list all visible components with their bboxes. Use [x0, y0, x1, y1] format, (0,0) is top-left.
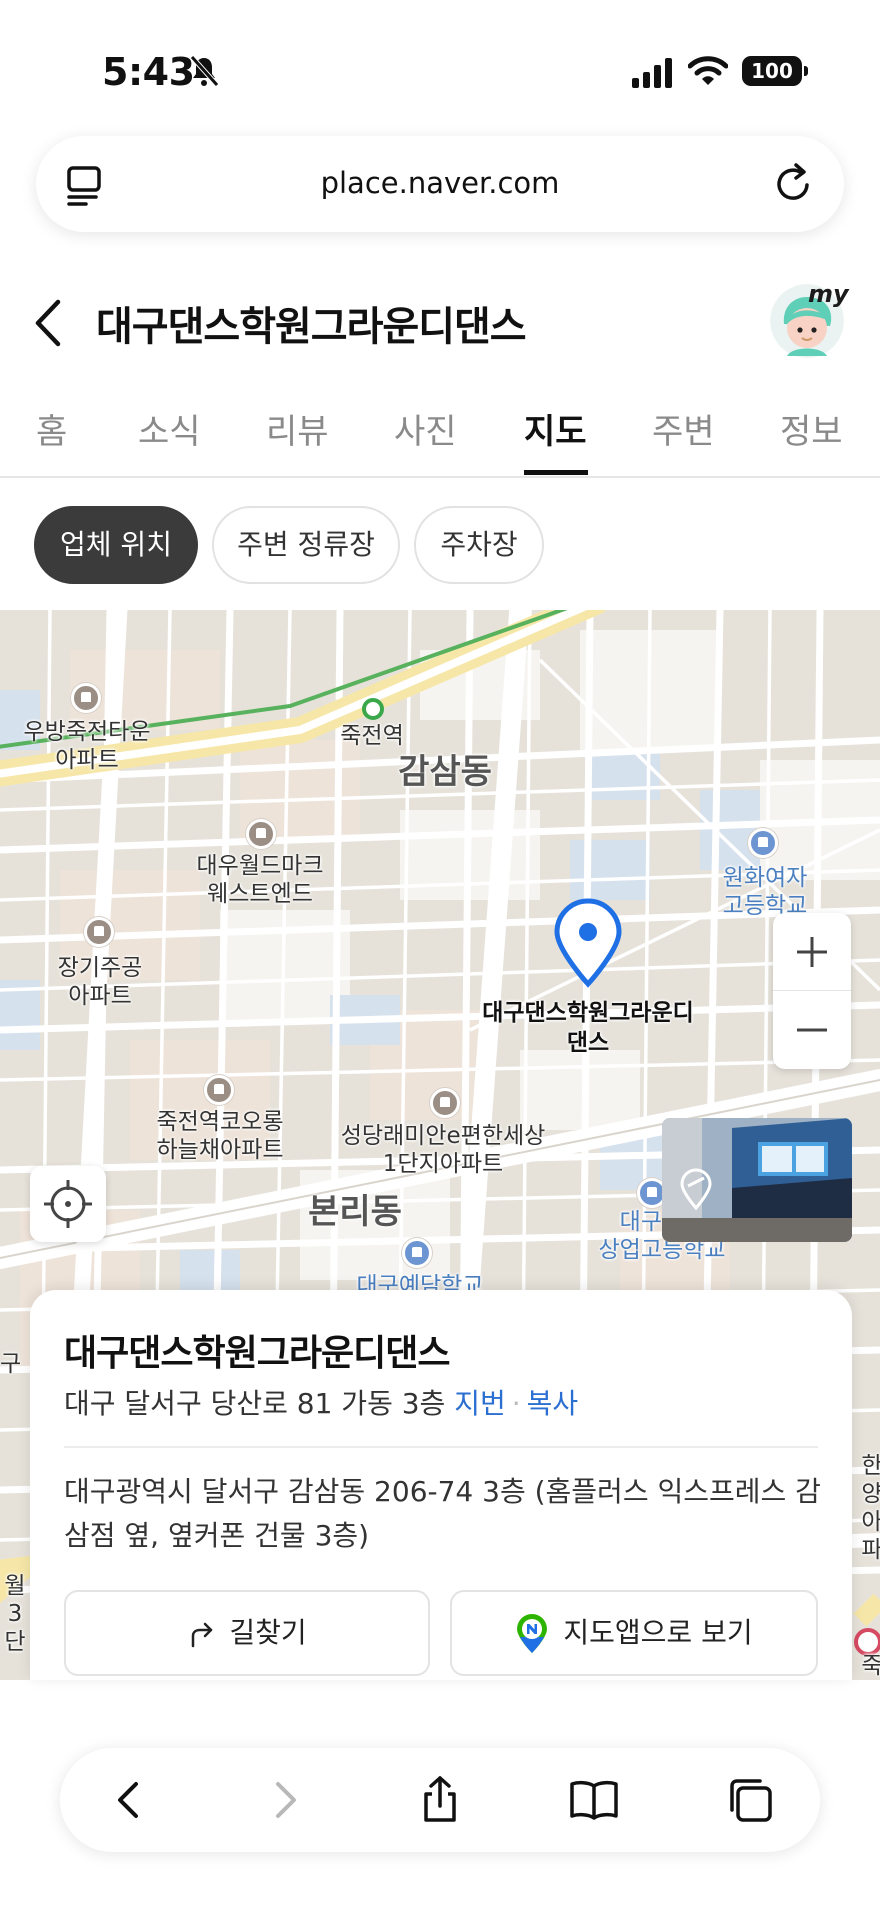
map-label-janggi: 장기주공 아파트 — [57, 955, 143, 1009]
battery-indicator: 100 — [742, 56, 808, 86]
street-view-image — [662, 1118, 852, 1242]
status-bar: 5:43 100 — [0, 0, 880, 130]
tab-info[interactable]: 정보 — [780, 404, 843, 453]
copy-address-link[interactable]: 복사 — [527, 1387, 579, 1420]
chip-parking[interactable]: 주차장 — [414, 506, 544, 584]
tabs-icon[interactable] — [724, 1774, 776, 1826]
directions-button[interactable]: 길찾기 — [64, 1590, 430, 1676]
chip-nearby-stops[interactable]: 주변 정류장 — [212, 506, 400, 584]
open-map-app-button[interactable]: 지도앱으로 보기 — [450, 1590, 818, 1676]
map-label-edge-wol: 월 3단 — [4, 1573, 26, 1655]
map-place-label[interactable]: 대구댄스학원그라운디 댄스 — [470, 998, 706, 1058]
current-location-button[interactable] — [30, 1166, 106, 1242]
card-jibun-address: 대구광역시 달서구 감삼동 206-74 3층 (홈플러스 익스프레스 감삼점 … — [64, 1475, 821, 1552]
zoom-out-button[interactable] — [773, 991, 851, 1069]
school-poi-icon — [748, 828, 778, 858]
tab-bar: 홈 소식 리뷰 사진 지도 주변 정보 — [0, 396, 880, 478]
map-label-jukjeon-station: 죽전역 — [340, 723, 404, 749]
jibun-toggle-link[interactable]: 지번 — [454, 1387, 506, 1420]
place-info-card: 대구댄스학원그라운디댄스 대구 달서구 당산로 81 가동 3층 지번 · 복사 대… — [30, 1290, 852, 1680]
apartment-poi-icon — [84, 917, 114, 947]
back-icon[interactable] — [30, 298, 66, 348]
avatar-badge: my — [808, 280, 849, 308]
wifi-icon — [688, 56, 728, 85]
apartment-poi-icon — [71, 683, 101, 713]
apartment-poi-icon — [430, 1088, 460, 1118]
open-map-app-label: 지도앱으로 보기 — [563, 1616, 753, 1649]
tab-reviews[interactable]: 리뷰 — [266, 404, 329, 453]
browser-forward-icon[interactable] — [258, 1774, 310, 1826]
map-label-seongdang: 성당래미안e편한세상 1단지아파트 — [340, 1123, 546, 1177]
minus-icon — [797, 1028, 827, 1032]
crosshair-icon — [44, 1180, 92, 1228]
map-label-daewoo: 대우월드마크 웨스트엔드 — [196, 853, 324, 907]
street-view-thumbnail[interactable] — [662, 1118, 852, 1242]
school-poi-icon — [402, 1238, 432, 1268]
tab-nearby[interactable]: 주변 — [652, 404, 715, 453]
map-label-jukjeon-kolon: 죽전역코오롱 하늘채아파트 — [156, 1109, 284, 1163]
tab-home[interactable]: 홈 — [36, 404, 67, 453]
share-icon[interactable] — [414, 1774, 466, 1826]
map-label-woobang: 우방죽전타운 아파트 — [23, 719, 151, 773]
map-label-edge-right1: 한양 아파 — [861, 1453, 880, 1563]
status-time: 5:43 — [102, 50, 195, 94]
chip-business-location[interactable]: 업체 위치 — [34, 506, 198, 584]
bookmarks-icon[interactable] — [568, 1774, 620, 1826]
cellular-signal-icon — [632, 58, 672, 88]
separator-dot: · — [511, 1387, 521, 1420]
map-label-gamsam: 감삼동 — [398, 752, 492, 792]
map-label-edge-ga: 구 — [0, 1351, 22, 1377]
tab-news[interactable]: 소식 — [138, 404, 201, 453]
reload-icon[interactable] — [774, 162, 814, 204]
directions-arrow-icon — [192, 1622, 213, 1648]
apartment-poi-icon — [246, 819, 276, 849]
bell-off-icon — [190, 55, 219, 87]
naver-map-icon — [517, 1614, 548, 1653]
metro-station-icon — [362, 698, 384, 720]
location-pin-icon[interactable] — [553, 898, 623, 988]
plus-icon — [797, 937, 827, 967]
browser-back-icon[interactable] — [104, 1774, 156, 1826]
address-bar[interactable]: place.naver.com — [36, 136, 844, 232]
card-road-address: 대구 달서구 당산로 81 가동 3층 지번 · 복사 — [64, 1382, 578, 1422]
card-place-title: 대구댄스학원그라운디댄스 — [64, 1333, 450, 1374]
map-label-wonhwa: 원화여자 고등학교 — [722, 865, 808, 919]
browser-toolbar — [60, 1748, 820, 1852]
road-address-text: 대구 달서구 당산로 81 가동 3층 — [64, 1387, 446, 1420]
zoom-control — [773, 913, 851, 1069]
url-text[interactable]: place.naver.com — [36, 166, 844, 200]
tab-map[interactable]: 지도 — [524, 404, 587, 453]
zoom-in-button[interactable] — [773, 913, 851, 991]
map-label-bonri: 본리동 — [308, 1192, 402, 1232]
tab-photos[interactable]: 사진 — [394, 404, 457, 453]
apartment-poi-icon — [204, 1075, 234, 1105]
card-divider — [64, 1446, 818, 1448]
page-title: 대구댄스학원그라운디댄스 — [96, 304, 527, 350]
active-tab-indicator — [524, 470, 588, 475]
directions-label: 길찾기 — [229, 1616, 307, 1649]
map-label-edge-right2: 죽현 — [861, 1653, 880, 1679]
